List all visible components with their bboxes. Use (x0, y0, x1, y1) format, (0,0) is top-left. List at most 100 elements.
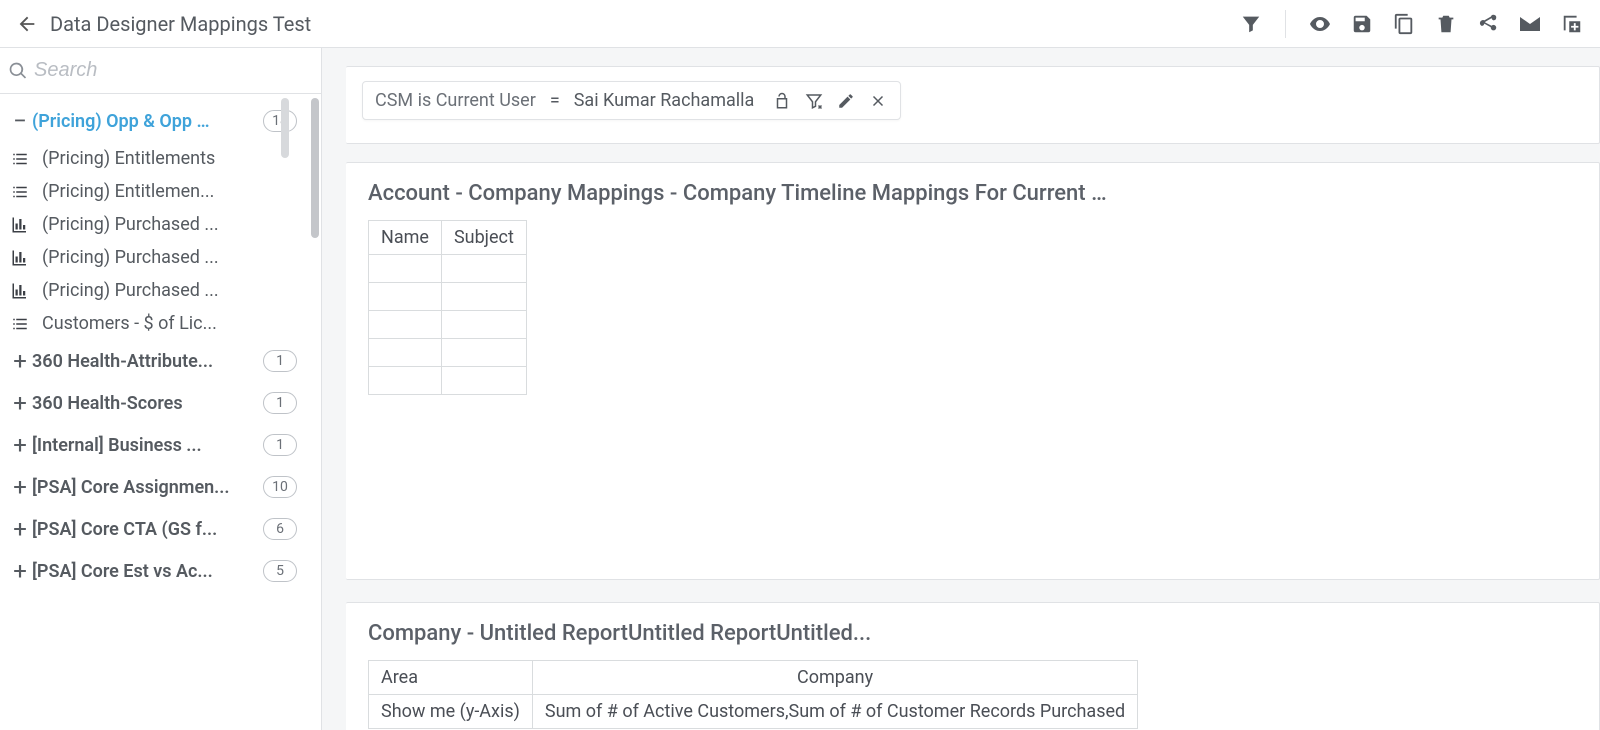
sidebar-item[interactable]: (Pricing) Purchased ... (0, 241, 317, 274)
table-row (369, 283, 527, 311)
share-icon[interactable] (1476, 12, 1500, 36)
sidebar-item-label: (Pricing) Purchased ... (42, 247, 307, 268)
sidebar-group-label: [PSA] Core Assignmen... (30, 477, 263, 498)
sidebar-group-count: 1 (263, 434, 297, 456)
expand-icon: + (10, 351, 30, 371)
table-cell (369, 367, 442, 395)
table-header: Name (369, 221, 442, 255)
sidebar-tree: −(Pricing) Opp & Opp …18 (Pricing) Entitl… (0, 94, 321, 730)
list-icon (10, 182, 30, 202)
list-icon (10, 314, 30, 334)
sidebar-group-count: 5 (263, 560, 297, 582)
sidebar-group-count: 6 (263, 518, 297, 540)
bar-chart-icon (10, 248, 30, 268)
sidebar-item-label: (Pricing) Entitlements (42, 148, 307, 169)
sidebar-item[interactable]: (Pricing) Purchased ... (0, 208, 317, 241)
sidebar-group-label: 360 Health-Scores (30, 393, 263, 414)
card2-row1label: Show me (y-Axis) (369, 695, 533, 729)
filter-icon[interactable] (1239, 12, 1263, 36)
filter-operator: = (550, 90, 560, 111)
table-header: Subject (441, 221, 526, 255)
sidebar: −(Pricing) Opp & Opp …18 (Pricing) Entitl… (0, 48, 322, 730)
report-card-2: Company - Untitled ReportUntitled Report… (346, 602, 1600, 730)
card2-row1value: Sum of # of Active Customers,Sum of # of… (532, 695, 1137, 729)
sidebar-item[interactable]: (Pricing) Entitlemen... (0, 175, 317, 208)
list-icon (10, 149, 30, 169)
unlock-icon[interactable] (772, 91, 792, 111)
sidebar-item-label: (Pricing) Entitlemen... (42, 181, 307, 202)
page-title: Data Designer Mappings Test (50, 12, 311, 36)
add-icon[interactable] (1560, 12, 1584, 36)
sidebar-group-label: 360 Health-Attribute... (30, 351, 263, 372)
sidebar-group-count: 1 (263, 392, 297, 414)
close-icon[interactable] (868, 91, 888, 111)
sidebar-item[interactable]: Customers - $ of Lic... (0, 307, 317, 340)
search-row (0, 48, 321, 94)
edit-icon[interactable] (836, 91, 856, 111)
trash-icon[interactable] (1434, 12, 1458, 36)
scrollbar-inner[interactable] (293, 94, 303, 730)
sidebar-group-g0[interactable]: −(Pricing) Opp & Opp …18 (0, 100, 317, 142)
expand-icon: + (10, 393, 30, 413)
table-cell (369, 311, 442, 339)
filter-value: Sai Kumar Rachamalla (574, 90, 755, 111)
search-icon (8, 61, 28, 81)
save-icon[interactable] (1350, 12, 1374, 36)
sidebar-group-label: (Pricing) Opp & Opp … (30, 111, 263, 132)
sidebar-group-label: [PSA] Core CTA (GS f... (30, 519, 263, 540)
report-1-table: NameSubject (368, 220, 527, 395)
expand-icon: + (10, 435, 30, 455)
table-cell (369, 339, 442, 367)
header-toolbar (1239, 10, 1588, 38)
filter-remove-icon[interactable] (804, 91, 824, 111)
sidebar-item-label: Customers - $ of Lic... (42, 313, 307, 334)
table-cell (441, 311, 526, 339)
sidebar-item-label: (Pricing) Purchased ... (42, 280, 307, 301)
main: CSM is Current User = Sai Kumar Rachamal… (322, 48, 1600, 730)
sidebar-group-g2[interactable]: +360 Health-Scores1 (0, 382, 317, 424)
expand-icon: + (10, 477, 30, 497)
separator (1285, 10, 1286, 38)
sidebar-item[interactable]: (Pricing) Entitlements (0, 142, 317, 175)
table-row (369, 367, 527, 395)
sidebar-group-count: 18 (263, 110, 297, 132)
copy-icon[interactable] (1392, 12, 1416, 36)
sidebar-group-g4[interactable]: +[PSA] Core Assignmen...10 (0, 466, 317, 508)
report-card-1: Account - Company Mappings - Company Tim… (346, 162, 1600, 580)
sidebar-group-count: 10 (263, 476, 297, 498)
table-cell (441, 367, 526, 395)
back-button[interactable] (12, 9, 42, 39)
table-row (369, 255, 527, 283)
sidebar-group-label: [PSA] Core Est vs Ac... (30, 561, 263, 582)
card2-col2: Company (532, 661, 1137, 695)
table-row (369, 311, 527, 339)
sidebar-group-g5[interactable]: +[PSA] Core CTA (GS f...6 (0, 508, 317, 550)
table-cell (369, 255, 442, 283)
filter-bar: CSM is Current User = Sai Kumar Rachamal… (346, 66, 1600, 144)
search-input[interactable] (28, 58, 313, 83)
table-cell (441, 283, 526, 311)
expand-icon: + (10, 519, 30, 539)
report-title-1: Account - Company Mappings - Company Tim… (368, 181, 1577, 206)
sidebar-group-g3[interactable]: +[Internal] Business ...1 (0, 424, 317, 466)
card2-col1: Area (369, 661, 533, 695)
table-cell (441, 255, 526, 283)
sidebar-group-count: 1 (263, 350, 297, 372)
eye-icon[interactable] (1308, 12, 1332, 36)
report-2-table: Area Company Show me (y-Axis) Sum of # o… (368, 660, 1138, 729)
scrollbar-outer[interactable] (309, 94, 319, 730)
table-cell (441, 339, 526, 367)
expand-icon: + (10, 561, 30, 581)
report-title-2: Company - Untitled ReportUntitled Report… (368, 621, 1577, 646)
mail-icon[interactable] (1518, 12, 1542, 36)
sidebar-group-label: [Internal] Business ... (30, 435, 263, 456)
table-row (369, 339, 527, 367)
header: Data Designer Mappings Test (0, 0, 1600, 48)
sidebar-group-g6[interactable]: +[PSA] Core Est vs Ac...5 (0, 550, 317, 592)
table-cell (369, 283, 442, 311)
sidebar-item[interactable]: (Pricing) Purchased ... (0, 274, 317, 307)
filter-chip[interactable]: CSM is Current User = Sai Kumar Rachamal… (362, 81, 901, 120)
sidebar-item-label: (Pricing) Purchased ... (42, 214, 307, 235)
bar-chart-icon (10, 281, 30, 301)
sidebar-group-g1[interactable]: +360 Health-Attribute...1 (0, 340, 317, 382)
